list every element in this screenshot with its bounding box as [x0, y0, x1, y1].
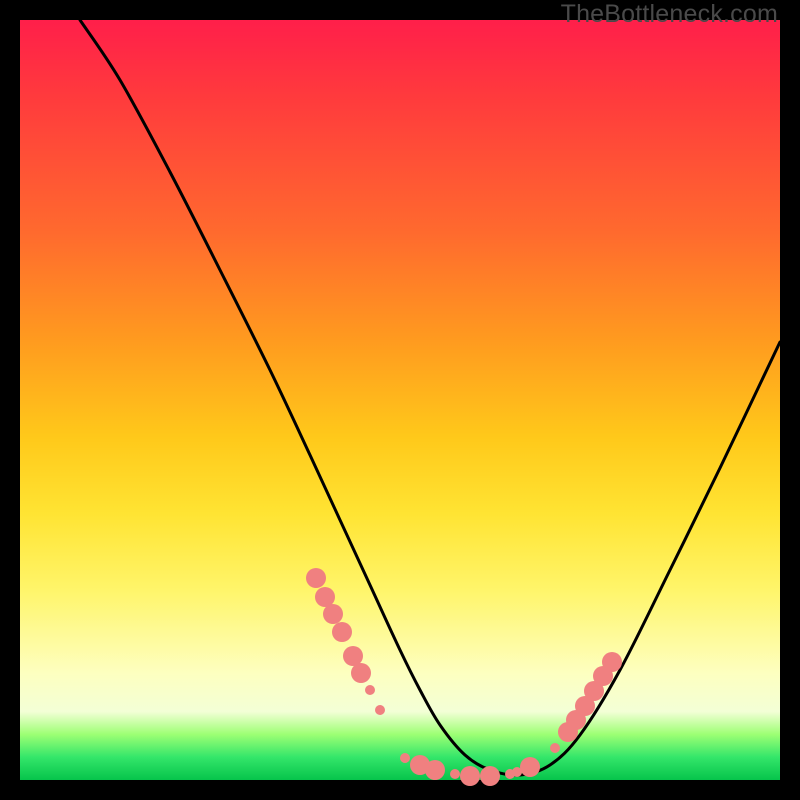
optimal-marker — [400, 753, 410, 763]
chart-svg — [20, 20, 780, 780]
optimal-marker — [315, 587, 335, 607]
optimal-marker — [425, 760, 445, 780]
optimal-marker — [343, 646, 363, 666]
optimal-marker — [550, 743, 560, 753]
optimal-marker — [520, 757, 540, 777]
chart-frame — [20, 20, 780, 780]
watermark-text: TheBottleneck.com — [561, 0, 778, 29]
optimal-marker — [460, 766, 480, 786]
optimal-marker — [332, 622, 352, 642]
optimal-marker — [450, 769, 460, 779]
optimal-marker — [602, 652, 622, 672]
optimal-marker — [365, 685, 375, 695]
curve-layer — [80, 20, 780, 775]
optimal-marker — [306, 568, 326, 588]
optimal-marker — [351, 663, 371, 683]
optimal-marker — [375, 705, 385, 715]
bottleneck-curve — [80, 20, 780, 775]
optimal-marker — [480, 766, 500, 786]
optimal-marker — [323, 604, 343, 624]
